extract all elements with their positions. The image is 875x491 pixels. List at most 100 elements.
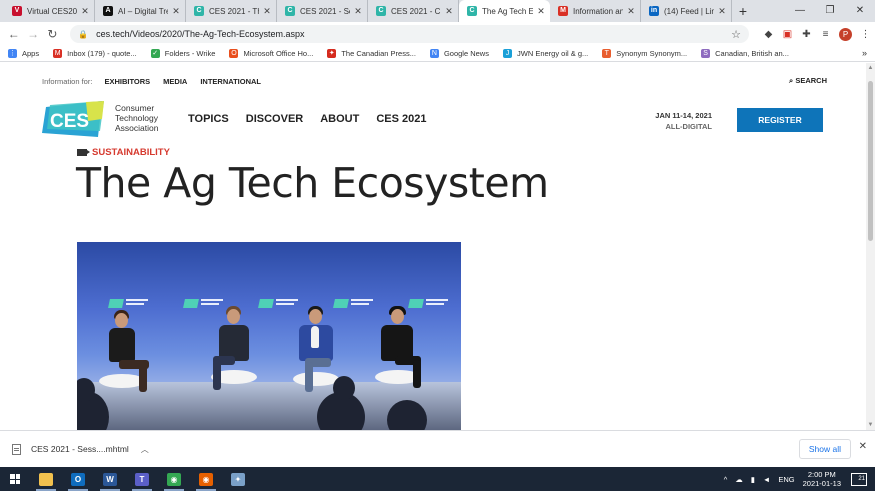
- scroll-up-icon[interactable]: ▲: [866, 65, 875, 71]
- taskbar-app-file-explorer[interactable]: [30, 467, 62, 491]
- nav-ces-2021[interactable]: CES 2021: [376, 113, 426, 125]
- bookmarks-overflow-icon[interactable]: »: [862, 48, 867, 58]
- search-link[interactable]: ⌕ SEARCH: [789, 76, 827, 86]
- utility-link-exhibitors[interactable]: EXHIBITORS: [104, 77, 150, 86]
- browser-tab[interactable]: C CES 2021 - C S✕: [368, 0, 459, 22]
- utility-link-international[interactable]: INTERNATIONAL: [200, 77, 261, 86]
- extension-icon[interactable]: ◆: [759, 29, 778, 40]
- bookmark-item[interactable]: T Synonym Synonym...: [602, 49, 687, 58]
- bookmark-item[interactable]: ⋮ Apps: [8, 49, 39, 58]
- bookmark-item[interactable]: ✓ Folders - Wrike: [150, 49, 216, 58]
- download-item[interactable]: CES 2021 - Sess....mhtml ︿: [12, 443, 149, 455]
- clock-date: 2021-01-13: [802, 479, 841, 488]
- taskbar-app-word[interactable]: W: [94, 467, 126, 491]
- tab-close-icon[interactable]: ✕: [353, 6, 363, 17]
- tab-close-icon[interactable]: ✕: [626, 6, 636, 17]
- tray-overflow-icon[interactable]: ^: [724, 475, 728, 484]
- browser-tab[interactable]: C The Ag Tech E ✕: [459, 0, 550, 22]
- chevron-up-icon[interactable]: ︿: [141, 444, 149, 455]
- windows-logo-icon: [10, 474, 20, 484]
- nav-topics[interactable]: TOPICS: [188, 113, 229, 125]
- bookmark-item[interactable]: M Inbox (179) - quote...: [53, 49, 137, 58]
- page-scrollbar[interactable]: ▲ ▼: [866, 63, 875, 430]
- scrollbar-thumb[interactable]: [868, 81, 873, 241]
- tab-title: Virtual CES2021: [27, 6, 77, 16]
- address-bar[interactable]: 🔒 ces.tech/Videos/2020/The-Ag-Tech-Ecosy…: [70, 25, 749, 43]
- logo-line: Association: [115, 123, 159, 133]
- bookmark-star-icon[interactable]: ☆: [731, 28, 741, 41]
- browser-tab[interactable]: C CES 2021 - Sch✕: [277, 0, 368, 22]
- tab-close-icon[interactable]: ✕: [536, 6, 546, 17]
- reading-list-icon[interactable]: ≡: [816, 29, 835, 40]
- back-icon[interactable]: ←: [4, 27, 23, 41]
- tab-title: CES 2021 - The: [209, 6, 259, 16]
- bookmark-item[interactable]: S Canadian, British an...: [701, 49, 789, 58]
- bookmark-label: Synonym Synonym...: [616, 49, 688, 58]
- restore-icon[interactable]: ❐: [815, 0, 845, 22]
- taskbar-app-other-app[interactable]: ✦: [222, 467, 254, 491]
- taskbar-app-firefox[interactable]: ◉: [190, 467, 222, 491]
- logo-line: Consumer: [115, 103, 155, 113]
- backdrop-logo: [333, 298, 374, 310]
- browser-tab[interactable]: C CES 2021 - The✕: [186, 0, 277, 22]
- close-window-icon[interactable]: ✕: [845, 0, 875, 22]
- event-format: ALL-DIGITAL: [665, 122, 712, 131]
- taskbar-app-outlook[interactable]: O: [62, 467, 94, 491]
- tab-close-icon[interactable]: ✕: [262, 6, 272, 17]
- browser-tab[interactable]: V Virtual CES2021✕: [4, 0, 95, 22]
- bookmark-item[interactable]: O Microsoft Office Ho...: [229, 49, 313, 58]
- network-icon[interactable]: ▮: [751, 475, 755, 484]
- firefox-icon: ◉: [199, 472, 213, 486]
- url-text[interactable]: ces.tech/Videos/2020/The-Ag-Tech-Ecosyst…: [96, 29, 304, 39]
- clock[interactable]: 2:00 PM 2021-01-13: [803, 470, 841, 488]
- show-all-button[interactable]: Show all: [798, 439, 851, 459]
- profile-avatar[interactable]: P: [838, 27, 852, 41]
- scroll-down-icon[interactable]: ▼: [866, 422, 875, 428]
- bookmark-label: Google News: [443, 49, 489, 58]
- bookmark-item[interactable]: J JWN Energy oil & g...: [502, 49, 588, 58]
- forward-icon[interactable]: →: [23, 27, 42, 41]
- event-date-range: JAN 11-14, 2021: [655, 111, 712, 120]
- bookmark-item[interactable]: N Google News: [429, 49, 489, 58]
- tab-close-icon[interactable]: ✕: [80, 6, 90, 17]
- menu-icon[interactable]: ⋮: [856, 29, 875, 40]
- pdf-extension-icon[interactable]: ▣: [778, 29, 797, 40]
- backdrop-logo: [408, 298, 449, 310]
- tab-close-icon[interactable]: ✕: [717, 6, 727, 17]
- register-button[interactable]: REGISTER: [737, 108, 823, 132]
- bookmark-item[interactable]: ✦ The Canadian Press...: [327, 49, 416, 58]
- start-button[interactable]: [0, 467, 30, 491]
- lock-icon[interactable]: 🔒: [78, 30, 88, 39]
- browser-tab[interactable]: A AI – Digital Trends✕: [95, 0, 186, 22]
- onedrive-icon[interactable]: ☁: [735, 475, 743, 484]
- bookmark-label: Folders - Wrike: [164, 49, 216, 58]
- nav-about[interactable]: ABOUT: [320, 113, 359, 125]
- notifications-icon[interactable]: 21: [851, 472, 867, 486]
- browser-tab[interactable]: in (14) Feed | Lin ✕: [641, 0, 732, 22]
- tab-close-icon[interactable]: ✕: [444, 6, 454, 17]
- web-page: Information for: EXHIBITORS MEDIA INTERN…: [0, 63, 866, 430]
- nav-discover[interactable]: DISCOVER: [246, 113, 303, 125]
- puzzle-icon[interactable]: ✚: [797, 29, 816, 40]
- info-for-label: Information for:: [42, 76, 93, 86]
- tab-close-icon[interactable]: ✕: [171, 6, 181, 17]
- tab-favicon-icon: C: [467, 6, 477, 16]
- video-player[interactable]: [77, 242, 461, 430]
- volume-icon[interactable]: ◄: [763, 475, 770, 484]
- category-tag[interactable]: SUSTAINABILITY: [77, 147, 170, 158]
- teams-icon: T: [135, 472, 149, 486]
- reload-icon[interactable]: ↻: [43, 27, 62, 41]
- chair: [293, 372, 339, 386]
- language-indicator[interactable]: ENG: [778, 475, 794, 484]
- minimize-icon[interactable]: —: [785, 0, 815, 22]
- taskbar-app-teams[interactable]: T: [126, 467, 158, 491]
- taskbar-app-chrome[interactable]: ◉: [158, 467, 190, 491]
- cta-logo[interactable]: CES Consumer Technology Association: [42, 101, 172, 139]
- browser-tab[interactable]: M Information an ✕: [550, 0, 641, 22]
- close-downloads-icon[interactable]: ✕: [859, 441, 867, 452]
- bookmark-label: The Canadian Press...: [341, 49, 416, 58]
- new-tab-button[interactable]: +: [732, 0, 754, 22]
- tab-title: CES 2021 - Sch: [300, 6, 350, 16]
- utility-link-media[interactable]: MEDIA: [163, 77, 187, 86]
- bookmark-favicon-icon: ✦: [327, 49, 337, 58]
